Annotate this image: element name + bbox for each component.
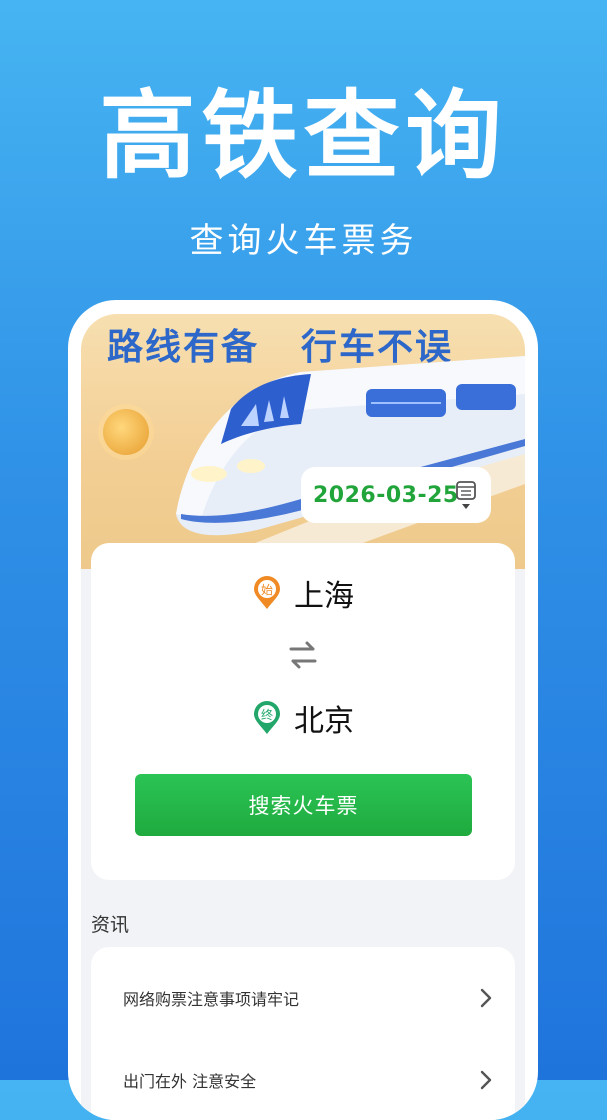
news-item[interactable]: 网络购票注意事项请牢记	[123, 983, 493, 1013]
chevron-right-icon	[480, 988, 492, 1008]
calendar-icon	[456, 481, 476, 509]
to-station: 北京	[294, 704, 354, 739]
news-section-title: 资讯	[91, 914, 130, 936]
chevron-right-icon	[480, 1070, 492, 1090]
news-card: 网络购票注意事项请牢记 出门在外 注意安全	[91, 947, 515, 1120]
news-item-title: 出门在外 注意安全	[123, 1072, 257, 1091]
origin-badge: 始	[261, 583, 273, 597]
news-item[interactable]: 出门在外 注意安全	[123, 1065, 493, 1095]
hero-subtitle: 查询火车票务	[189, 221, 418, 261]
news-item-title: 网络购票注意事项请牢记	[123, 990, 300, 1009]
date-picker[interactable]: 2026-03-25	[301, 467, 491, 523]
hero-title: 高铁查询	[99, 80, 508, 192]
date-value: 2026-03-25	[313, 482, 459, 508]
origin-pin-icon: 始	[254, 576, 280, 609]
destination-badge: 终	[261, 707, 273, 722]
phone-frame: 路线有备 行车不误 2026-03-25 始 上海 终 北京 搜索火车票 资讯 …	[68, 300, 538, 1120]
from-station-row[interactable]: 始 上海	[91, 571, 515, 615]
banner: 路线有备 行车不误 2026-03-25	[81, 314, 525, 569]
swap-icon[interactable]	[287, 640, 319, 670]
from-station: 上海	[294, 579, 354, 614]
app-screen: 路线有备 行车不误 2026-03-25 始 上海 终 北京 搜索火车票 资讯 …	[81, 314, 525, 1120]
route-card: 始 上海 终 北京 搜索火车票	[91, 543, 515, 880]
search-tickets-button[interactable]: 搜索火车票	[135, 774, 472, 836]
to-station-row[interactable]: 终 北京	[91, 696, 515, 740]
train-illustration	[176, 356, 525, 569]
destination-pin-icon: 终	[254, 701, 280, 734]
